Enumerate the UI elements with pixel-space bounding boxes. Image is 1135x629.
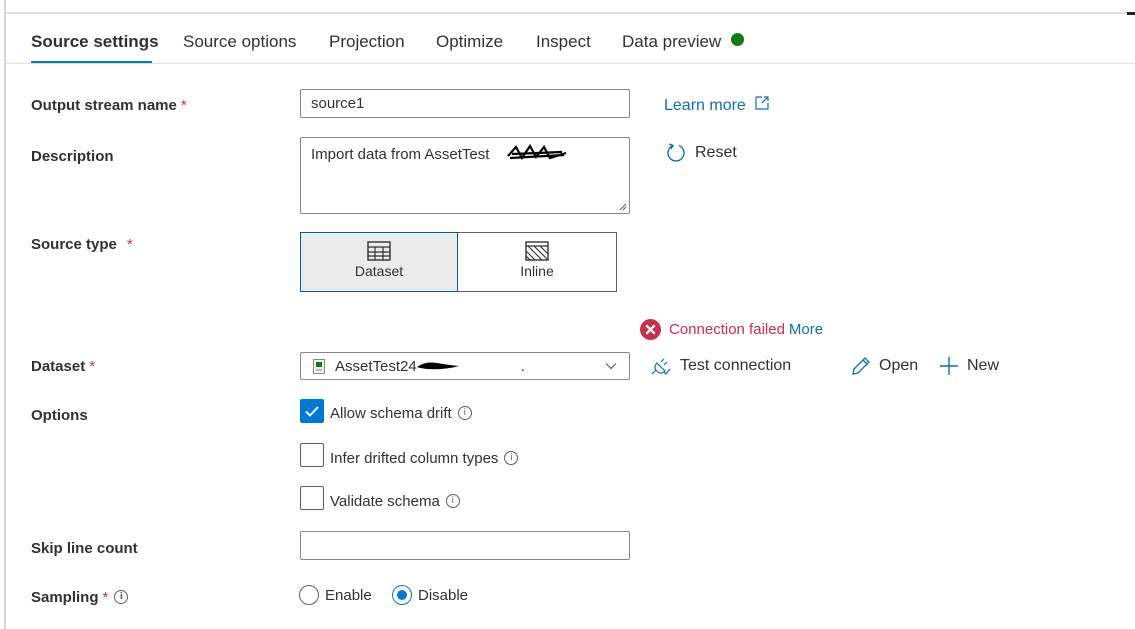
validate-schema-label: Validate schema i: [330, 493, 460, 510]
tab-data-preview-label: Data preview: [622, 32, 722, 51]
options-label: Options: [31, 407, 88, 424]
tab-data-preview[interactable]: Data preview: [622, 32, 745, 52]
top-scroll-indicator: [1127, 12, 1135, 15]
csv-file-icon: [313, 358, 325, 374]
infer-drifted-column-types-text: Infer drifted column types: [330, 450, 499, 467]
learn-more-link[interactable]: Learn more: [664, 95, 770, 115]
dataset-value-suffix: .: [520, 357, 525, 375]
error-circle-icon: [640, 319, 661, 340]
required-marker: *: [126, 236, 133, 253]
top-divider: [6, 12, 1135, 14]
external-link-icon: [755, 96, 769, 110]
table-icon: [367, 241, 391, 261]
learn-more-label: Learn more: [664, 97, 746, 114]
allow-schema-drift-text: Allow schema drift: [330, 405, 452, 422]
tab-projection[interactable]: Projection: [329, 32, 405, 52]
new-label: New: [967, 357, 1000, 374]
required-marker: *: [102, 589, 109, 606]
source-type-dataset-option[interactable]: Dataset: [300, 232, 458, 292]
info-icon[interactable]: i: [445, 494, 460, 508]
dataset-dropdown[interactable]: AssetTest24 .: [300, 352, 630, 380]
tab-source-options[interactable]: Source options: [183, 32, 296, 52]
tab-source-settings[interactable]: Source settings: [31, 32, 159, 52]
plus-icon: [940, 357, 958, 375]
skip-line-count-label: Skip line count: [31, 540, 138, 557]
redaction-scribble: [416, 362, 459, 370]
description-textarea[interactable]: Import data from AssetTest: [300, 137, 630, 214]
reset-label: Reset: [695, 144, 737, 161]
output-stream-name-input[interactable]: [300, 89, 630, 118]
open-button[interactable]: Open: [851, 356, 918, 376]
new-button[interactable]: New: [939, 356, 999, 376]
left-border: [4, 0, 6, 629]
pencil-icon: [852, 357, 870, 375]
test-connection-button[interactable]: Test connection: [650, 356, 791, 376]
required-marker: *: [180, 97, 187, 114]
resize-grip-icon[interactable]: [617, 201, 627, 211]
test-connection-label: Test connection: [680, 357, 792, 374]
connection-more-link[interactable]: More: [789, 321, 823, 338]
inline-hatched-icon: [525, 241, 549, 261]
infer-drifted-column-types-label: Infer drifted column types i: [330, 450, 519, 467]
sampling-label-text: Sampling: [31, 589, 99, 606]
dataset-label-text: Dataset: [31, 358, 86, 375]
dataset-label: Dataset *: [31, 358, 95, 375]
plug-connection-icon: [651, 358, 671, 375]
allow-schema-drift-checkbox[interactable]: [300, 399, 324, 423]
skip-line-count-input[interactable]: [300, 531, 630, 560]
output-stream-name-label: Output stream name *: [31, 97, 187, 114]
output-stream-name-label-text: Output stream name: [31, 97, 177, 114]
source-type-inline-option[interactable]: Inline: [458, 232, 617, 292]
sampling-disable-label: Disable: [418, 587, 469, 604]
source-type-label: Source type *: [31, 236, 133, 253]
validate-schema-checkbox[interactable]: [300, 486, 324, 510]
sampling-label: Sampling * i: [31, 589, 129, 606]
required-marker: *: [89, 358, 96, 375]
connection-failed-text: Connection failed: [669, 321, 785, 338]
chevron-down-icon: [605, 363, 617, 370]
info-icon[interactable]: i: [504, 451, 519, 465]
validate-schema-text: Validate schema: [330, 493, 440, 510]
info-icon[interactable]: i: [114, 590, 129, 604]
redaction-scribble: [507, 144, 567, 161]
allow-schema-drift-label: Allow schema drift i: [330, 405, 472, 422]
dataset-selected-value: AssetTest24: [335, 357, 417, 375]
connection-status: Connection failed More: [640, 319, 823, 340]
green-status-dot-icon: [731, 33, 745, 46]
tab-inspect[interactable]: Inspect: [536, 32, 591, 52]
reset-icon: [667, 143, 685, 162]
description-value: Import data from AssetTest: [311, 146, 490, 163]
description-label: Description: [31, 148, 114, 165]
sampling-enable-radio[interactable]: [299, 585, 319, 605]
sampling-disable-radio[interactable]: [392, 585, 412, 605]
inline-option-label: Inline: [520, 263, 554, 279]
reset-button[interactable]: Reset: [665, 142, 737, 164]
tab-optimize[interactable]: Optimize: [436, 32, 503, 52]
checkmark-icon: [305, 406, 319, 417]
tab-divider: [6, 63, 1135, 64]
infer-drifted-column-types-checkbox[interactable]: [300, 443, 324, 467]
source-type-label-text: Source type: [31, 236, 117, 253]
open-label: Open: [879, 357, 919, 374]
info-icon[interactable]: i: [457, 406, 472, 420]
sampling-enable-label: Enable: [325, 587, 372, 604]
dataset-option-label: Dataset: [354, 263, 404, 279]
